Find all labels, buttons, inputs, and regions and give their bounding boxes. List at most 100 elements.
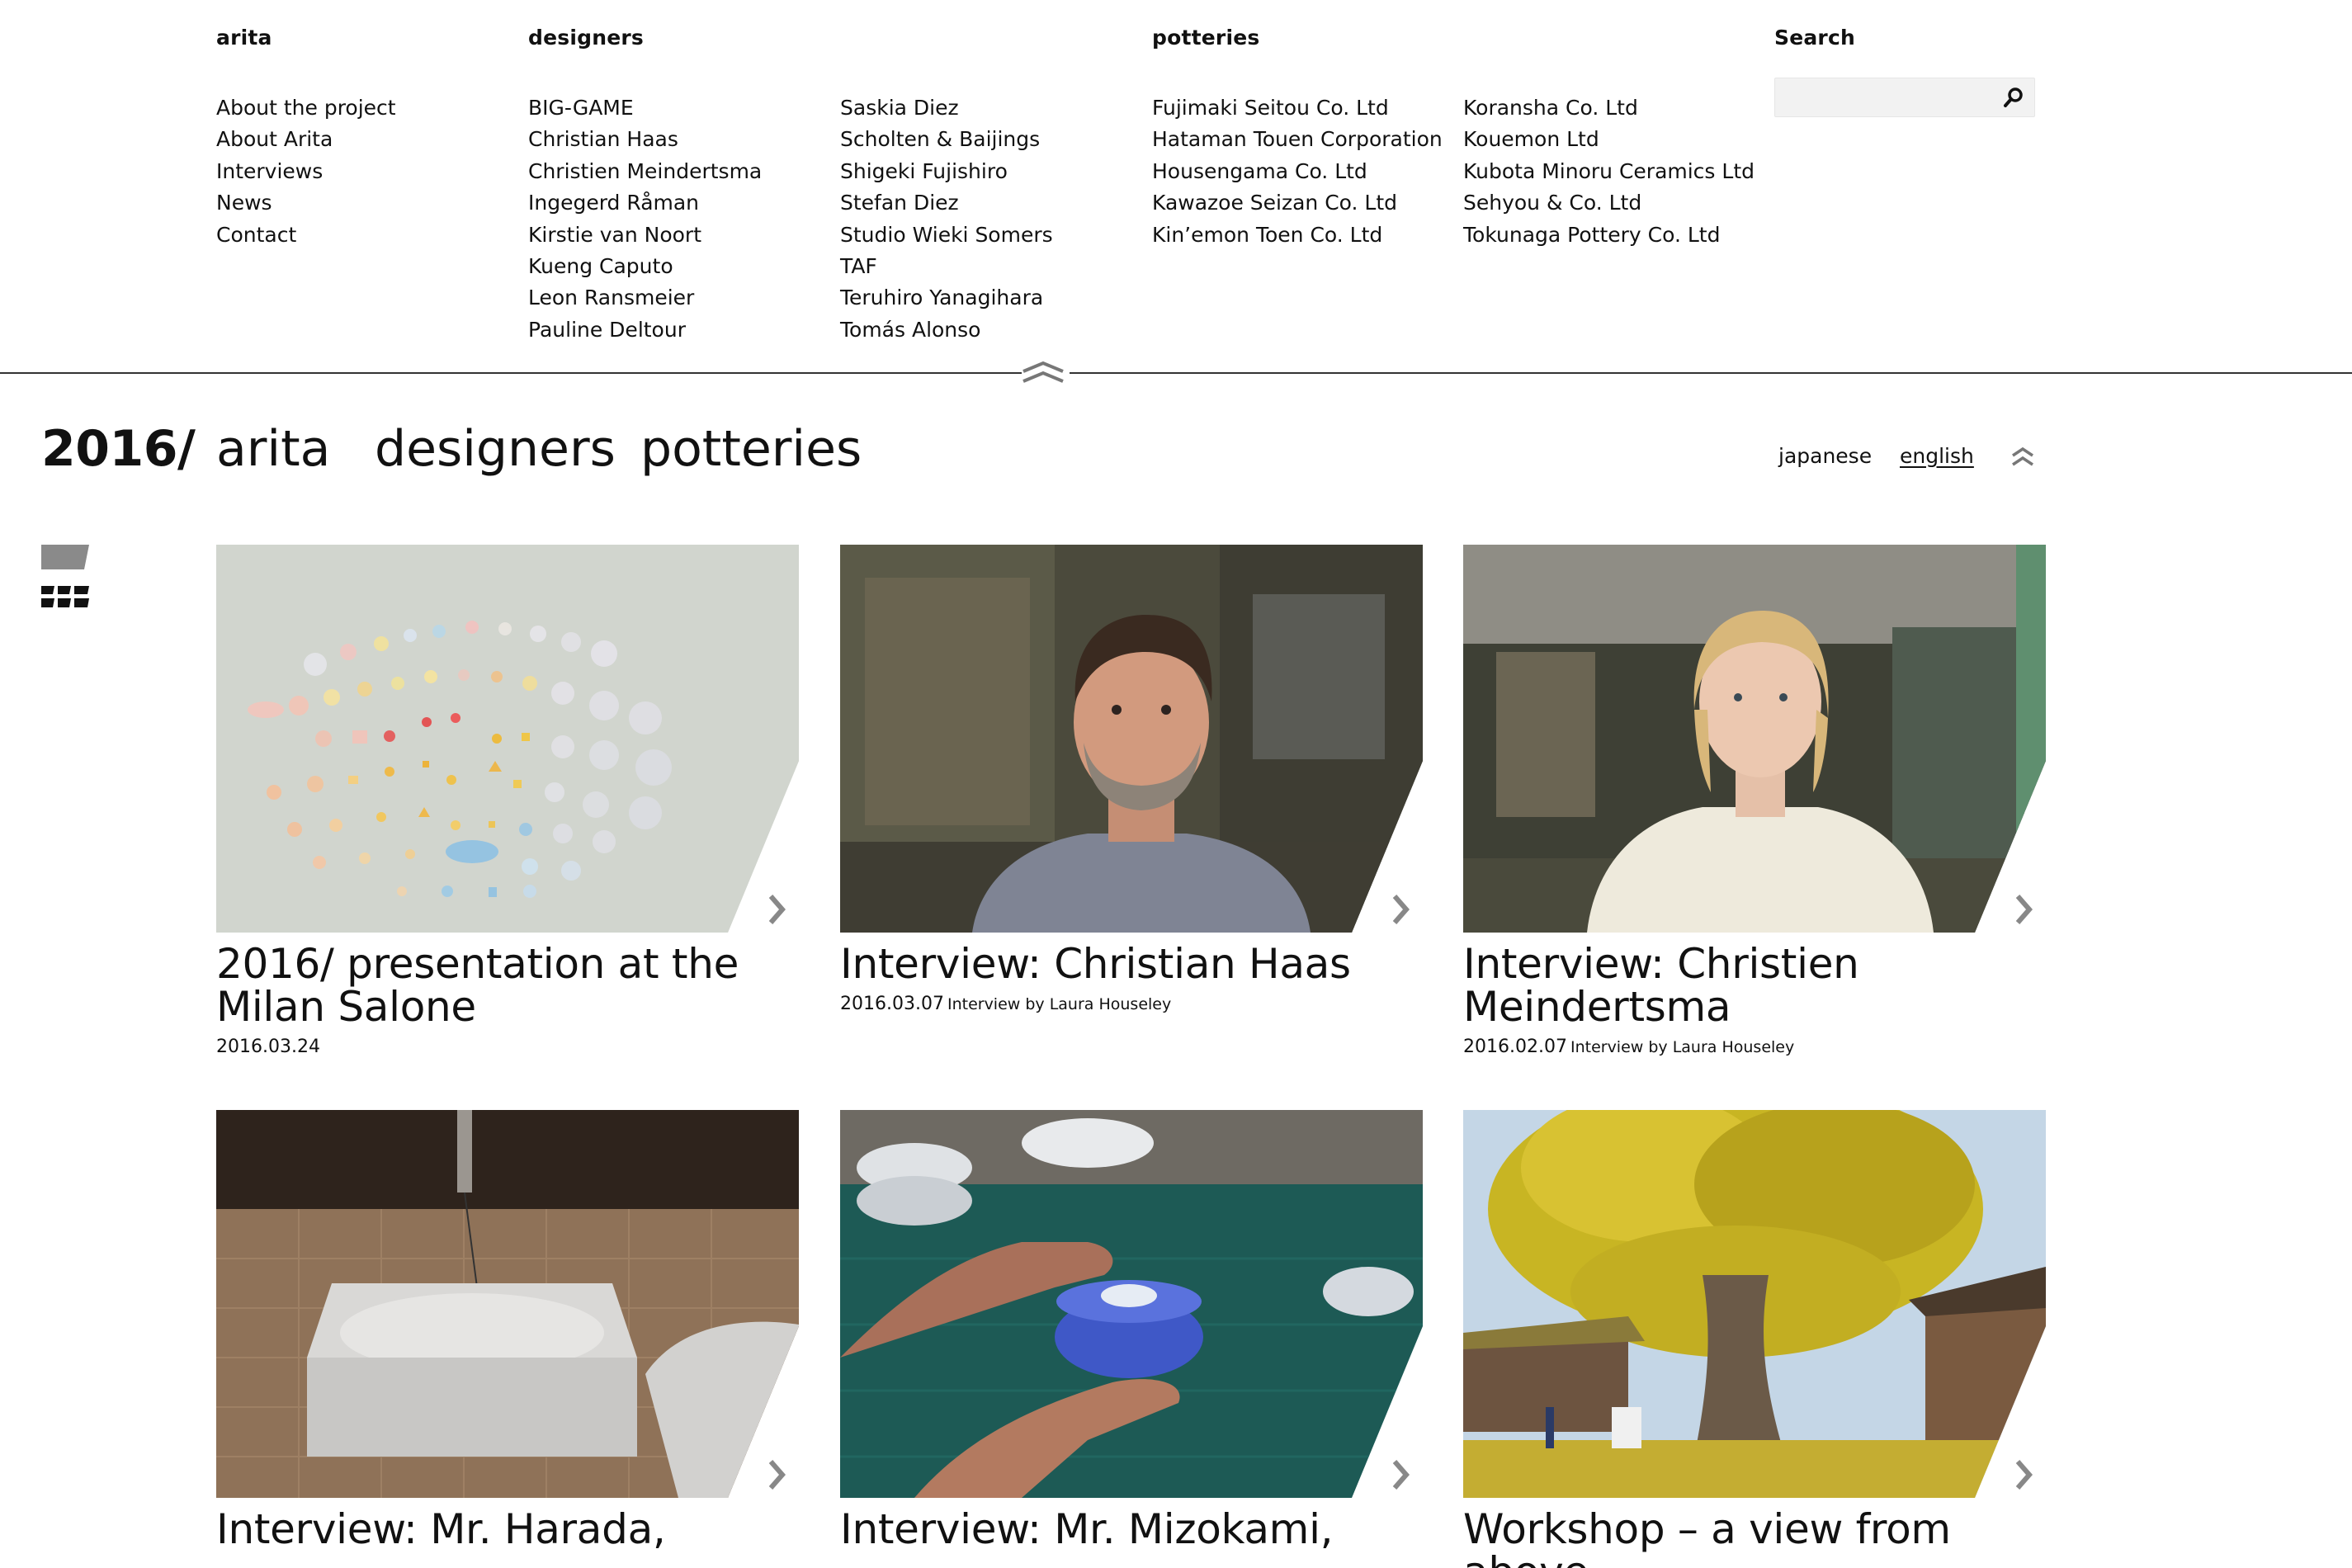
post-image[interactable]	[1463, 1110, 2046, 1498]
chevron-right-icon[interactable]	[2006, 881, 2046, 933]
post-image[interactable]	[840, 545, 1423, 933]
language-english[interactable]: english	[1900, 442, 1974, 470]
menu-heading-spacer	[1463, 23, 1755, 53]
single-view-icon[interactable]	[41, 545, 89, 569]
menu-list-potteries-2: Koransha Co. Ltd Kouemon Ltd Kubota Mino…	[1463, 92, 1755, 251]
menu-link-interviews[interactable]: Interviews	[216, 156, 396, 187]
menu-link-contact[interactable]: Contact	[216, 220, 396, 251]
pottery-link[interactable]: Kubota Minoru Ceramics Ltd	[1463, 156, 1755, 187]
menu-list-designers-2: Saskia Diez Scholten & Baijings Shigeki …	[840, 92, 1053, 346]
post-card[interactable]: 2016/ presentation at the Milan Salone 2…	[216, 545, 799, 1060]
menu-column-search: Search	[1774, 23, 1855, 53]
post-card[interactable]: Interview: Christian Haas 2016.03.07 Inte…	[840, 545, 1423, 1017]
menu-heading-spacer	[840, 23, 1053, 53]
designer-link[interactable]: Kirstie van Noort	[528, 220, 762, 251]
hands-bowl-photo	[840, 1110, 1423, 1498]
menu-column-potteries-1: potteries Fujimaki Seitou Co. Ltd Hatama…	[1152, 23, 1443, 251]
menu-divider-right	[1070, 372, 2352, 374]
pottery-link[interactable]: Hataman Touen Corporation	[1152, 124, 1443, 155]
designer-link[interactable]: Christian Haas	[528, 124, 762, 155]
designer-link[interactable]: BIG-GAME	[528, 92, 762, 124]
mold-carving-photo	[216, 1110, 799, 1498]
pottery-link[interactable]: Tokunaga Pottery Co. Ltd	[1463, 220, 1755, 251]
pottery-link[interactable]: Fujimaki Seitou Co. Ltd	[1152, 92, 1443, 124]
nav-link-arita[interactable]: arita	[216, 419, 330, 479]
search-heading: Search	[1774, 26, 1855, 50]
portrait-photo	[1463, 545, 2046, 933]
portrait-photo	[840, 545, 1423, 933]
chevron-right-icon[interactable]	[1383, 881, 1423, 933]
menu-list-potteries-1: Fujimaki Seitou Co. Ltd Hataman Touen Co…	[1152, 92, 1443, 251]
pottery-link[interactable]: Kin’emon Toen Co. Ltd	[1152, 220, 1443, 251]
post-title[interactable]: 2016/ presentation at the Milan Salone	[216, 942, 799, 1028]
double-chevron-up-icon[interactable]	[2010, 446, 2035, 469]
ginkgo-tree-photo	[1463, 1110, 2046, 1498]
post-meta: 2016.02.07 Interview by Laura Houseley	[1463, 1035, 2046, 1060]
post-meta: 2016.03.07 Interview by Laura Houseley	[840, 992, 1423, 1017]
post-date: 2016.03.24	[216, 1037, 320, 1057]
nav-link-designers[interactable]: designers	[375, 419, 616, 479]
mega-menu: arita About the project About Arita Inte…	[0, 0, 2352, 373]
post-meta: 2016.03.24	[216, 1035, 799, 1060]
pottery-link[interactable]: Housengama Co. Ltd	[1152, 156, 1443, 187]
menu-heading-designers: designers	[528, 26, 644, 50]
post-image[interactable]	[840, 1110, 1423, 1498]
search-box	[1774, 78, 2035, 117]
grid-view-icon[interactable]	[41, 584, 89, 609]
post-card[interactable]: Interview: Christien Meindertsma 2016.02…	[1463, 545, 2046, 1060]
designer-link[interactable]: Stefan Diez	[840, 187, 1053, 219]
designer-link[interactable]: Ingegerd Råman	[528, 187, 762, 219]
chevron-right-icon[interactable]	[1383, 1447, 1423, 1498]
designer-link[interactable]: Christien Meindertsma	[528, 156, 762, 187]
post-card[interactable]: Workshop – a view from above	[1463, 1110, 2046, 1568]
menu-divider-left	[0, 372, 1022, 374]
designer-link[interactable]: Saskia Diez	[840, 92, 1053, 124]
pottery-link[interactable]: Koransha Co. Ltd	[1463, 92, 1755, 124]
chevron-right-icon[interactable]	[2006, 1447, 2046, 1498]
designer-link[interactable]: Pauline Deltour	[528, 314, 762, 346]
post-title[interactable]: Interview: Christian Haas	[840, 942, 1423, 985]
menu-list-arita: About the project About Arita Interviews…	[216, 92, 396, 251]
pottery-link[interactable]: Kouemon Ltd	[1463, 124, 1755, 155]
menu-link-about-project[interactable]: About the project	[216, 92, 396, 124]
designer-link[interactable]: Leon Ransmeier	[528, 282, 762, 314]
menu-heading-potteries: potteries	[1152, 26, 1260, 50]
menu-list-designers-1: BIG-GAME Christian Haas Christien Meinde…	[528, 92, 762, 346]
post-byline: Interview by Laura Houseley	[947, 995, 1172, 1013]
designer-link[interactable]: TAF	[840, 251, 1053, 282]
designer-link[interactable]: Studio Wieki Somers	[840, 220, 1053, 251]
search-icon[interactable]	[2001, 85, 2026, 110]
menu-column-potteries-2: Koransha Co. Ltd Kouemon Ltd Kubota Mino…	[1463, 23, 1755, 251]
post-byline: Interview by Laura Houseley	[1570, 1038, 1795, 1056]
designer-link[interactable]: Scholten & Baijings	[840, 124, 1053, 155]
post-title[interactable]: Interview: Mr. Harada,	[216, 1508, 799, 1551]
post-image[interactable]	[216, 1110, 799, 1498]
designer-link[interactable]: Shigeki Fujishiro	[840, 156, 1053, 187]
double-chevron-up-icon[interactable]	[1018, 358, 1068, 386]
designer-link[interactable]: Kueng Caputo	[528, 251, 762, 282]
post-image[interactable]	[216, 545, 799, 933]
pottery-link[interactable]: Sehyou & Co. Ltd	[1463, 187, 1755, 219]
menu-heading-arita: arita	[216, 26, 272, 50]
post-image[interactable]	[1463, 545, 2046, 933]
menu-column-designers-2: Saskia Diez Scholten & Baijings Shigeki …	[840, 23, 1053, 346]
post-title[interactable]: Workshop – a view from above	[1463, 1508, 2046, 1568]
nav-link-potteries[interactable]: potteries	[640, 419, 862, 479]
post-card[interactable]: Interview: Mr. Harada,	[216, 1110, 799, 1551]
designer-link[interactable]: Tomás Alonso	[840, 314, 1053, 346]
designer-link[interactable]: Teruhiro Yanagihara	[840, 282, 1053, 314]
chevron-right-icon[interactable]	[759, 881, 799, 933]
post-date: 2016.03.07	[840, 994, 944, 1014]
menu-column-designers-1: designers BIG-GAME Christian Haas Christ…	[528, 23, 762, 346]
menu-link-news[interactable]: News	[216, 187, 396, 219]
search-input[interactable]	[1775, 78, 1990, 116]
menu-link-about-arita[interactable]: About Arita	[216, 124, 396, 155]
post-title[interactable]: Interview: Mr. Mizokami,	[840, 1508, 1423, 1551]
year-label[interactable]: 2016/	[41, 419, 196, 479]
chevron-right-icon[interactable]	[759, 1447, 799, 1498]
post-card[interactable]: Interview: Mr. Mizokami,	[840, 1110, 1423, 1551]
pottery-link[interactable]: Kawazoe Seizan Co. Ltd	[1152, 187, 1443, 219]
dots-installation-image	[216, 545, 799, 933]
language-japanese[interactable]: japanese	[1778, 442, 1872, 470]
post-title[interactable]: Interview: Christien Meindertsma	[1463, 942, 2046, 1028]
